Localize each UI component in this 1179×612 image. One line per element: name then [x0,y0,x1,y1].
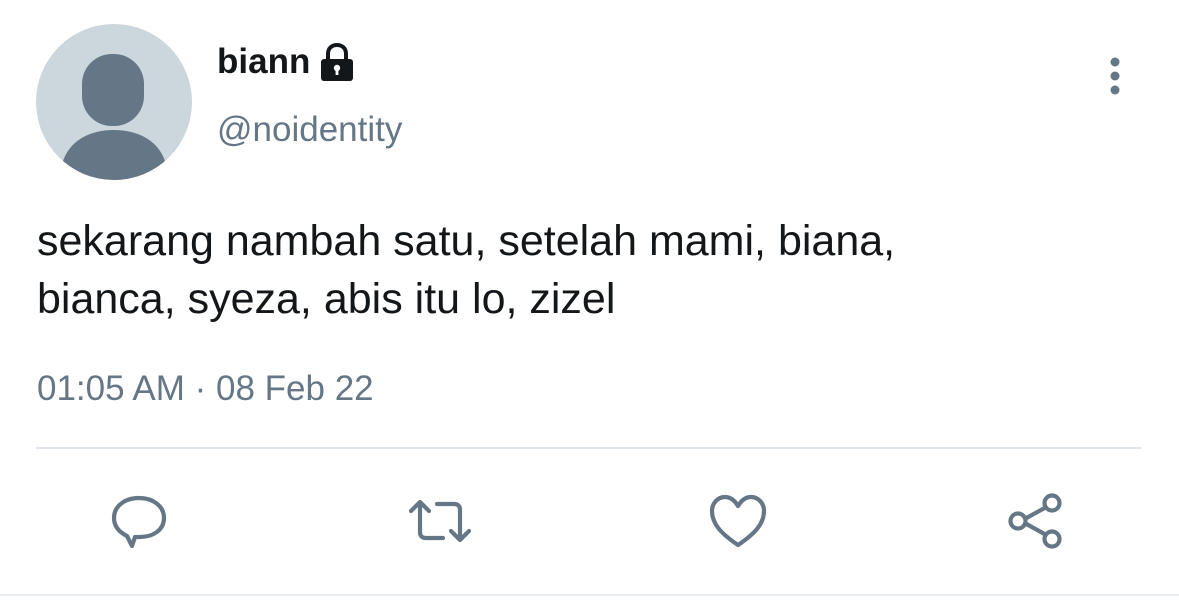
default-avatar-icon [60,54,168,180]
bottom-divider [0,594,1179,596]
action-bar [0,486,1179,556]
like-button[interactable] [703,486,773,556]
more-options-button[interactable] [1096,54,1134,98]
more-vertical-icon [1110,57,1120,95]
tweet-card: biann @noidentity sekarang nambah satu, … [0,0,1179,612]
share-button[interactable] [1001,486,1071,556]
name-row: biann [217,40,356,84]
tweet-date: 08 Feb 22 [216,369,374,408]
reply-icon [111,495,167,549]
retweet-icon [408,499,472,543]
tweet-text: sekarang nambah satu, setelah mami, bian… [37,217,896,323]
heart-icon [709,494,767,548]
divider [36,447,1142,449]
tweet-time: 01:05 AM [37,369,185,408]
meta-separator: · [194,369,207,408]
share-icon [1008,493,1062,549]
lock-icon [318,42,356,83]
user-handle[interactable]: @noidentity [217,108,402,152]
display-name[interactable]: biann [217,40,310,84]
retweet-button[interactable] [405,486,475,556]
avatar[interactable] [36,24,192,180]
tweet-timestamp[interactable]: 01:05 AM · 08 Feb 22 [37,366,374,412]
reply-button[interactable] [104,486,174,556]
